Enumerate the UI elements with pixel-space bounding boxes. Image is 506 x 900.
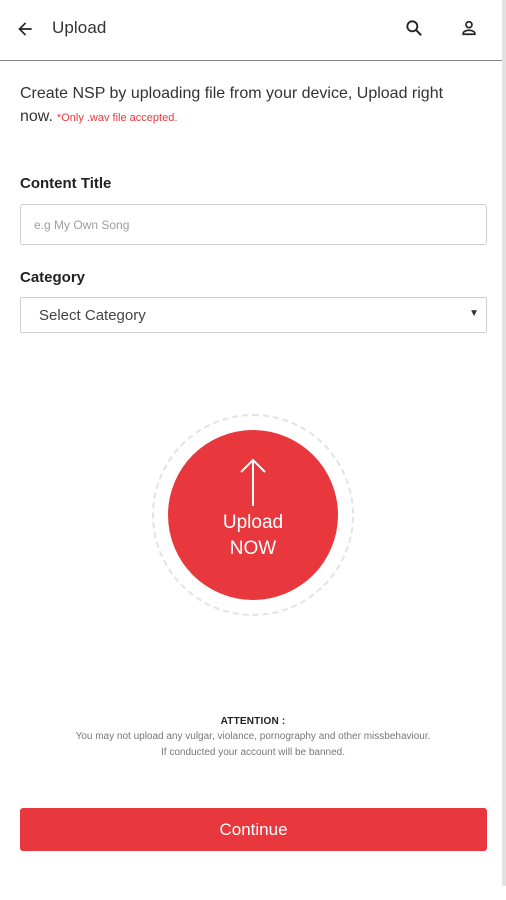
upload-screen: Upload Create NSP by uploading file from… [0,0,506,900]
person-icon [462,20,476,36]
arrow-up-icon [240,458,266,506]
dropdown-caret-icon: ▼ [469,308,479,319]
category-label: Category [20,269,86,286]
arrow-back-icon [18,22,32,36]
category-selected-value: Select Category [39,307,146,324]
attention-heading: ATTENTION : [220,716,286,727]
app-bar: Upload [0,0,502,61]
account-button[interactable] [456,15,482,41]
search-icon [406,20,422,36]
content-title-label: Content Title [20,175,112,192]
upload-dashed-ring: Upload NOW [152,414,354,616]
content-title-input[interactable] [20,204,487,245]
attention-notice: ATTENTION : You may not upload any vulga… [0,716,506,761]
category-select[interactable]: Select Category ▼ [20,297,487,333]
search-button[interactable] [401,15,427,41]
upload-now-button[interactable]: Upload NOW [168,430,338,600]
upload-label-line1: Upload [222,512,284,533]
continue-button[interactable]: Continue [20,808,487,851]
intro-text: Create NSP by uploading file from your d… [20,82,480,130]
page-title: Upload [52,18,107,37]
attention-line-1: You may not upload any vulgar, violance,… [75,731,431,742]
attention-body: You may not upload any vulgar, violance,… [0,729,506,761]
upload-label-line2: NOW [229,538,277,559]
file-type-note: *Only .wav file accepted. [56,112,178,124]
attention-line-2: If conducted your account will be banned… [160,747,345,758]
back-button[interactable] [12,16,38,42]
